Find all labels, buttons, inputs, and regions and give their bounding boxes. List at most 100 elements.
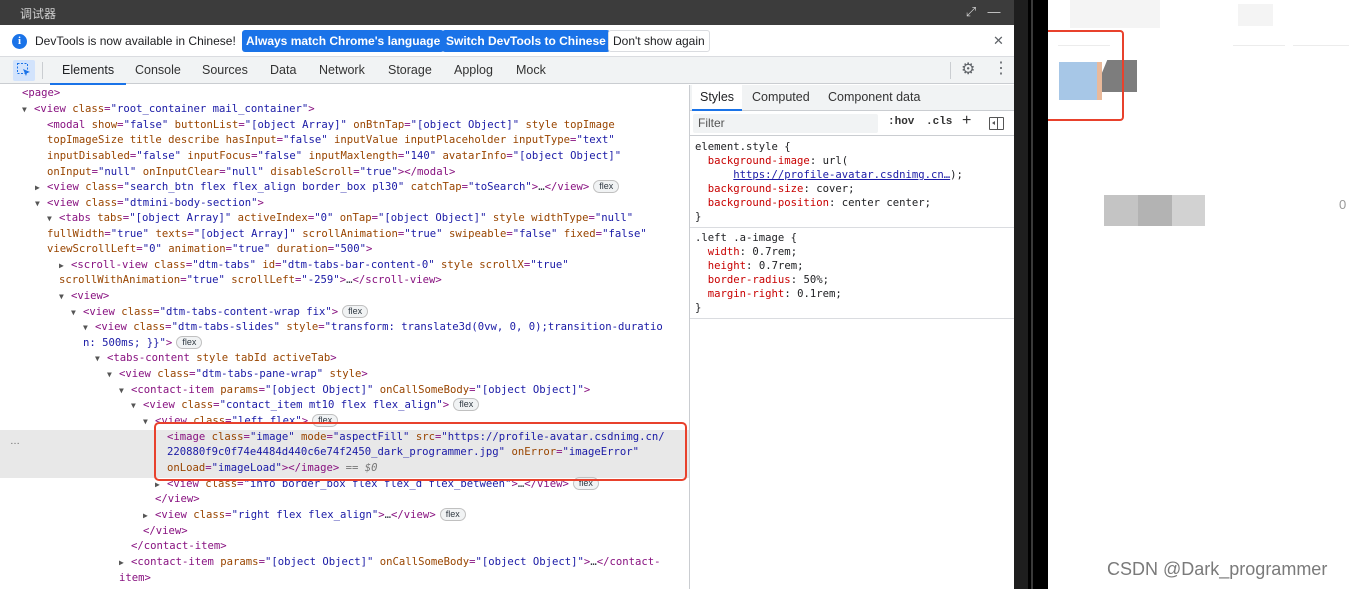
tree-node-modal-attrs: topImageSize title describe hasInput="fa… (47, 134, 615, 146)
close-icon[interactable]: ✕ (993, 33, 1004, 49)
flex-badge[interactable]: flex (453, 398, 480, 411)
tree-node-tabs-attrs: fullWidth="true" texts="[object Array]" … (47, 228, 647, 240)
minimize-icon[interactable]: — (985, 3, 1003, 21)
toggle-sidebar-icon[interactable] (989, 117, 1004, 130)
dont-show-again-button[interactable]: Don't show again (608, 30, 710, 52)
blurred-text-block (1138, 195, 1172, 226)
divider-line (1293, 45, 1349, 46)
tree-node-contact-item-view[interactable]: ▼ <view class="contact_item mt10 flex fle… (131, 398, 689, 414)
tree-node-close-contact-item: </contact-item> (131, 540, 227, 552)
a-image-rule: .left .a-image { width: 0.7rem; height: … (690, 228, 1014, 319)
flex-badge[interactable]: flex (342, 305, 369, 318)
tree-node-contact-item-2[interactable]: ▶ <contact-item params="[object Object]" … (119, 555, 689, 571)
hover-state-toggle[interactable]: :hov (888, 116, 914, 128)
css-declaration[interactable]: height: 0.7rem; (695, 259, 1009, 273)
blurred-text-block (1172, 195, 1205, 226)
tree-node-modal[interactable]: <modal show="false" buttonList="[object … (47, 118, 689, 134)
styles-filter-input[interactable]: Filter (693, 114, 878, 133)
csdn-watermark: CSDN @Dark_programmer (1107, 559, 1328, 579)
tab-component-data[interactable]: Component data (820, 85, 928, 110)
tab-applog[interactable]: Applog (452, 57, 495, 84)
tree-node-scroll-view[interactable]: ▶ <scroll-view class="dtm-tabs" id="dtm-t… (59, 258, 689, 274)
blurred-region (1238, 4, 1273, 26)
css-declaration[interactable]: margin-right: 0.1rem; (695, 287, 1009, 301)
avatar-url-link[interactable]: https://profile-avatar.csdnimg.cn… (733, 169, 950, 181)
window-titlebar: 调试器 ⤢ — (0, 0, 1014, 25)
tree-node-modal-attrs: inputDisabled="false" inputFocus="false"… (47, 150, 622, 162)
tab-elements[interactable]: Elements (49, 57, 127, 85)
tab-computed[interactable]: Computed (744, 85, 818, 110)
tree-node-search-btn[interactable]: ▶ <view class="search_btn flex flex_align… (35, 180, 689, 196)
inspect-element-icon[interactable] (13, 60, 35, 81)
css-declaration[interactable]: background-size: cover; (695, 182, 1009, 196)
partial-number: 0 (1339, 197, 1347, 212)
tab-data[interactable]: Data (268, 57, 298, 84)
tree-node-tabs-content-wrap[interactable]: ▼ <view class="dtm-tabs-content-wrap fix"… (71, 305, 689, 321)
simulator-viewport: 0 CSDN @Dark_programmer (1048, 0, 1349, 589)
tab-styles[interactable]: Styles (692, 85, 743, 111)
tree-node-root-container[interactable]: ▼ <view class="root_container mail_contai… (22, 102, 689, 118)
tree-node-dtmini-body[interactable]: ▼ <view class="dtmini-body-section"> (35, 196, 689, 212)
css-declaration[interactable]: border-radius: 50%; (695, 273, 1009, 287)
info-icon: i (12, 34, 27, 49)
tree-node-contact-item-2-tail: item> (119, 572, 151, 584)
tree-node-page[interactable]: <page> (22, 86, 689, 102)
tab-sources[interactable]: Sources (200, 57, 250, 84)
window-title: 调试器 (20, 7, 57, 21)
panel-resize-strip[interactable] (1014, 0, 1028, 589)
tree-node-view[interactable]: ▼ <view> (59, 289, 689, 305)
more-options-icon[interactable]: ⋮ (993, 61, 1009, 77)
class-toggle[interactable]: .cls (926, 116, 952, 128)
css-declaration-cont: https://profile-avatar.csdnimg.cn…); (733, 169, 963, 181)
tab-mock[interactable]: Mock (514, 57, 548, 84)
infobar-message: DevTools is now available in Chinese! (35, 34, 236, 48)
tree-node-tabs-content[interactable]: ▼ <tabs-content style tabId activeTab> (95, 351, 689, 367)
main-tab-bar: Elements Console Sources Data Network St… (0, 57, 1014, 85)
tab-console[interactable]: Console (133, 57, 183, 84)
devtools-panel: 调试器 ⤢ — i DevTools is now available in C… (0, 0, 1014, 589)
blurred-region (1070, 0, 1160, 28)
simulator-bezel-line (1031, 0, 1033, 589)
flex-badge[interactable]: flex (439, 508, 466, 521)
tree-node-tabs[interactable]: ▼ <tabs tabs="[object Array]" activeIndex… (47, 211, 689, 227)
css-declaration[interactable]: width: 0.7rem; (695, 245, 1009, 259)
flex-badge[interactable]: flex (593, 180, 620, 193)
toolbar-divider (950, 62, 951, 79)
settings-gear-icon[interactable]: ⚙ (961, 62, 975, 78)
tab-storage[interactable]: Storage (386, 57, 434, 84)
tree-node-close-view: </view> (143, 525, 188, 537)
rule-close: } (695, 211, 702, 223)
language-infobar: i DevTools is now available in Chinese! … (0, 25, 1014, 57)
tree-node-tabs-pane-wrap[interactable]: ▼ <view class="dtm-tabs-pane-wrap" style> (107, 367, 689, 383)
annotation-highlight-box (1048, 30, 1124, 121)
css-declaration[interactable]: background-position: center center; (695, 196, 1009, 210)
always-match-language-button[interactable]: Always match Chrome's language (242, 30, 445, 52)
styles-rules: element.style { background-image: url( h… (690, 137, 1014, 319)
divider-line (1233, 45, 1285, 46)
elements-dom-tree: … <page> ▼ <view class="root_container ma… (0, 85, 689, 589)
tree-node-tabs-attrs: viewScrollLeft="0" animation="true" dura… (47, 243, 373, 255)
rule-selector: element.style { (695, 141, 791, 153)
expand-icon[interactable]: ⤢ (962, 3, 980, 21)
tree-node-modal-attrs: onInput="null" onInputClear="null" disab… (47, 166, 456, 178)
tree-node-scroll-view-attrs: scrollWithAnimation="true" scrollLeft="-… (59, 274, 442, 286)
styles-tab-bar: Styles Computed Component data (690, 85, 1014, 111)
node-actions-dots[interactable]: … (10, 434, 20, 450)
tree-node-tabs-slides[interactable]: ▼ <view class="dtm-tabs-slides" style="tr… (83, 320, 689, 336)
rule-selector: .left .a-image { (695, 232, 798, 244)
blurred-text-block (1104, 195, 1138, 226)
new-rule-plus-icon[interactable]: + (962, 112, 971, 130)
tree-node-right-flex[interactable]: ▶ <view class="right flex flex_align">…</… (143, 508, 689, 524)
css-declaration[interactable]: background-image: url( (695, 154, 1009, 168)
tree-node-contact-item[interactable]: ▼ <contact-item params="[object Object]" … (119, 383, 689, 399)
styles-filter-bar: Filter :hov .cls + (690, 111, 1014, 136)
element-style-rule: element.style { background-image: url( h… (690, 137, 1014, 228)
flex-badge[interactable]: flex (176, 336, 203, 349)
toolbar-divider (42, 62, 43, 79)
switch-to-chinese-button[interactable]: Switch DevTools to Chinese (442, 30, 610, 52)
rule-close: } (695, 302, 702, 314)
annotation-highlight-box (154, 422, 687, 481)
tree-node-tabs-slides-attrs: n: 500ms; }}"> flex (83, 336, 689, 352)
tab-network[interactable]: Network (317, 57, 367, 84)
styles-side-pane: Styles Computed Component data Filter :h… (690, 85, 1014, 589)
